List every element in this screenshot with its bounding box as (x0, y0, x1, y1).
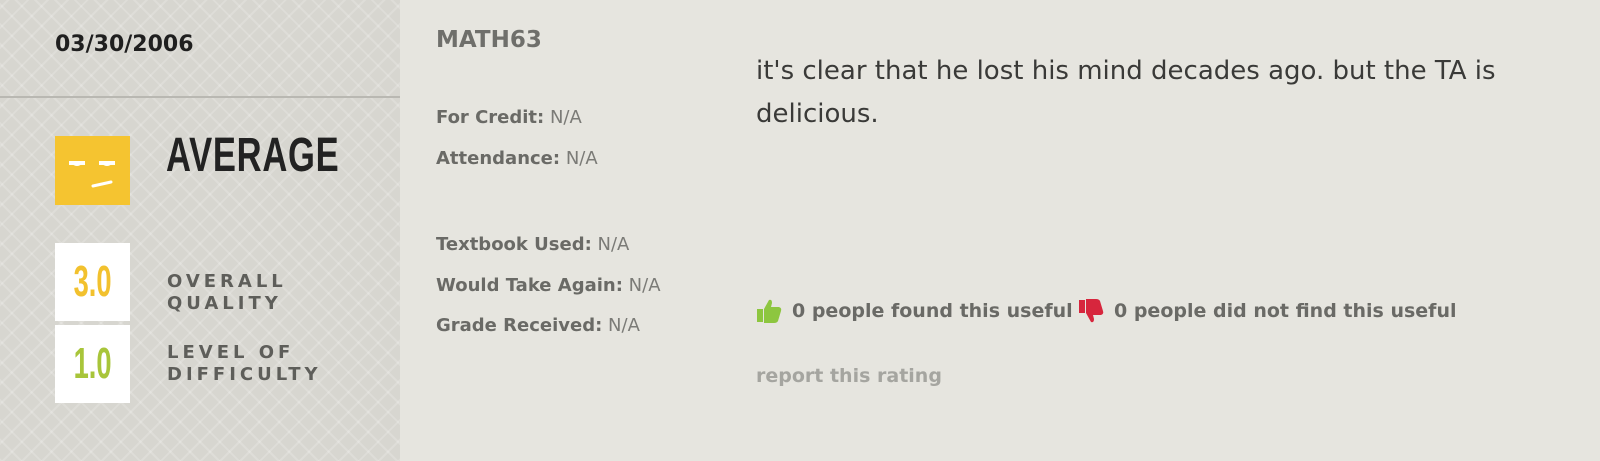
textbook-row: Textbook Used: N/A (436, 234, 629, 255)
overall-quality-label: OVERALL QUALITY (167, 271, 287, 314)
difficulty-value: 1.0 (73, 339, 112, 388)
not-useful-button[interactable]: 0 people did not find this useful (1078, 298, 1457, 324)
grade-row: Grade Received: N/A (436, 315, 640, 336)
take-again-row: Would Take Again: N/A (436, 275, 661, 296)
not-useful-count-text: 0 people did not find this useful (1114, 300, 1457, 322)
meh-face-icon (55, 136, 130, 205)
report-rating-link[interactable]: report this rating (756, 365, 942, 387)
textbook-value: N/A (597, 234, 630, 255)
grade-label: Grade Received: (436, 315, 603, 336)
for-credit-label: For Credit: (436, 107, 545, 128)
take-again-label: Would Take Again: (436, 275, 623, 296)
grade-value: N/A (608, 315, 640, 336)
rating-sidebar: 03/30/2006 AVERAGE 3.0 OVERALL QUALITY 1… (0, 0, 400, 461)
attendance-label: Attendance: (436, 148, 561, 169)
difficulty-label: LEVEL OF DIFFICULTY (167, 342, 322, 385)
attendance-value: N/A (565, 148, 598, 169)
for-credit-value: N/A (549, 107, 582, 128)
overall-quality-score: 3.0 (55, 243, 130, 321)
rating-comment: it's clear that he lost his mind decades… (756, 56, 1496, 129)
mood-label: AVERAGE (166, 129, 340, 182)
overall-quality-value: 3.0 (73, 257, 112, 306)
take-again-value: N/A (628, 275, 661, 296)
rating-date: 03/30/2006 (55, 32, 194, 57)
useful-button[interactable]: 0 people found this useful (756, 298, 1073, 324)
textbook-label: Textbook Used: (436, 234, 592, 255)
course-code: MATH63 (436, 27, 542, 53)
thumbs-up-icon (757, 299, 782, 323)
difficulty-score: 1.0 (55, 325, 130, 403)
divider (0, 96, 400, 98)
for-credit-row: For Credit: N/A (436, 107, 582, 128)
thumbs-down-icon (1079, 299, 1104, 323)
attendance-row: Attendance: N/A (436, 148, 598, 169)
useful-count-text: 0 people found this useful (792, 300, 1073, 322)
